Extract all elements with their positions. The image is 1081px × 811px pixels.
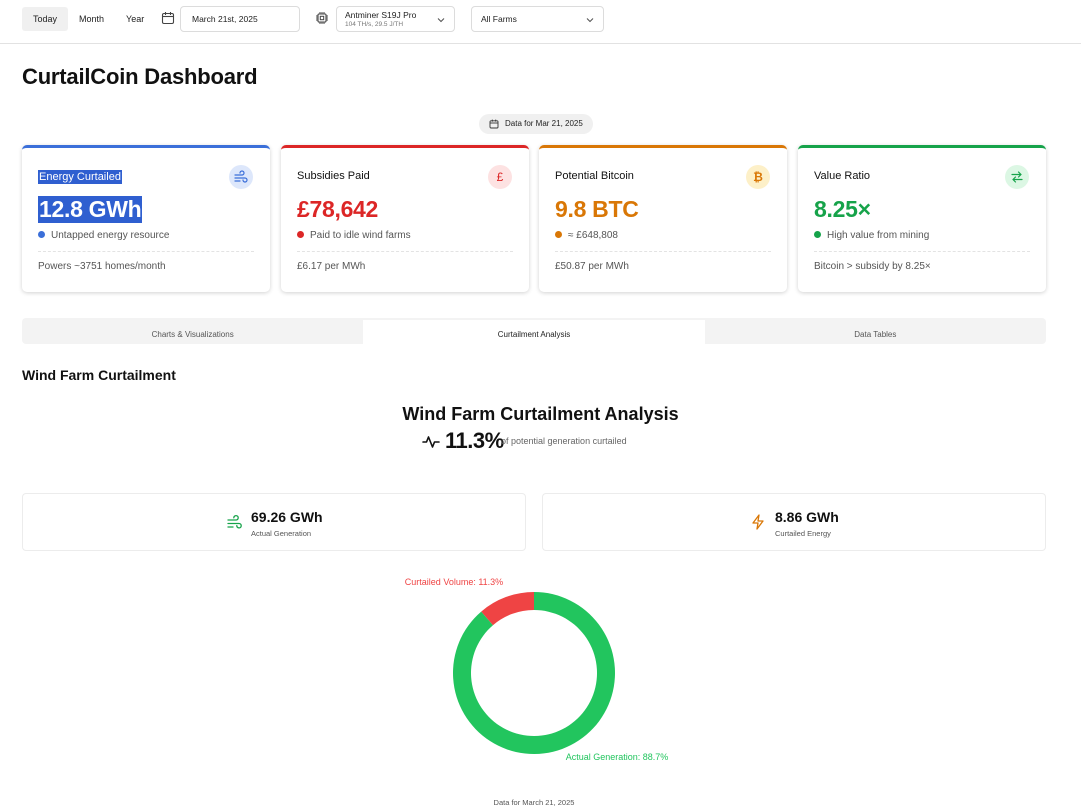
chevron-down-icon (586, 18, 594, 23)
metric-value: 8.86 GWh (775, 509, 839, 525)
card-divider (297, 251, 513, 252)
card-footer: £50.87 per MWh (555, 261, 629, 272)
metric-label: Actual Generation (251, 529, 312, 538)
bitcoin-icon: ₿ (746, 165, 770, 189)
potential-bitcoin-card: Potential Bitcoin ₿ 9.8 BTC ≈ £648,808 £… (539, 145, 787, 292)
card-note-text: Untapped energy resource (51, 230, 170, 241)
card-value: 8.25× (814, 196, 871, 222)
tab-charts-visualizations[interactable]: Charts & Visualizations (22, 318, 363, 344)
top-toolbar: Today Month Year March 21st, 2025 Antmin… (0, 0, 1081, 44)
card-value: £78,642 (297, 196, 379, 222)
card-note: Paid to idle wind farms (297, 230, 411, 241)
data-date-text: Data for Mar 21, 2025 (505, 119, 583, 128)
actual-generation-metric: 69.26 GWh Actual Generation (22, 493, 526, 551)
card-value: 9.8 BTC (555, 196, 639, 222)
period-today-button[interactable]: Today (22, 7, 69, 31)
card-footer: £6.17 per MWh (297, 261, 366, 272)
wind-icon (227, 514, 242, 529)
card-note-text: High value from mining (827, 230, 930, 241)
tab-curtailment-analysis[interactable]: Curtailment Analysis (363, 320, 705, 350)
metric-value: 69.26 GWh (251, 509, 323, 525)
subsidies-paid-card: Subsidies Paid £ £78,642 Paid to idle wi… (281, 145, 529, 292)
lightning-icon (752, 514, 764, 530)
card-note: ≈ £648,808 (555, 230, 618, 241)
card-label: Subsidies Paid (297, 170, 370, 182)
page-title: CurtailCoin Dashboard (22, 64, 258, 89)
card-footer: Powers ~3751 homes/month (38, 261, 166, 272)
miner-model-select[interactable]: Antminer S19J Pro 104 TH/s, 29.5 J/TH (336, 6, 455, 32)
view-tabs: Charts & Visualizations Curtailment Anal… (22, 318, 1046, 350)
card-note: High value from mining (814, 230, 929, 241)
cpu-chip-icon (316, 12, 328, 24)
card-divider (555, 251, 771, 252)
calendar-icon (489, 119, 499, 129)
card-value: 12.8 GWh (38, 196, 143, 223)
card-note: Untapped energy resource (38, 230, 169, 241)
status-dot (555, 231, 562, 238)
data-date-badge: Data for Mar 21, 2025 (479, 114, 593, 134)
tab-data-tables[interactable]: Data Tables (705, 318, 1046, 344)
card-divider (814, 251, 1030, 252)
card-note-text: ≈ £648,808 (568, 230, 618, 241)
curtailment-donut-chart: Curtailed Volume: 11.3% Actual Generation… (0, 560, 1081, 800)
donut-label-curtailed-volume: Curtailed Volume: 11.3% (405, 577, 503, 587)
donut-label-actual-generation: Actual Generation: 88.7% (566, 752, 669, 762)
calendar-icon[interactable] (161, 11, 175, 25)
value-ratio-card: Value Ratio 8.25× High value from mining… (798, 145, 1046, 292)
curtailed-energy-metric: 8.86 GWh Curtailed Energy (542, 493, 1046, 551)
donut-chart-svg: Curtailed Volume: 11.3% Actual Generation… (405, 577, 669, 762)
card-note-text: Paid to idle wind farms (310, 230, 411, 241)
status-dot (38, 231, 45, 238)
farm-filter-select[interactable]: All Farms (471, 6, 604, 32)
chevron-down-icon (437, 18, 445, 23)
period-month-button[interactable]: Month (68, 7, 115, 31)
card-divider (38, 251, 254, 252)
curtailment-percent-text: of potential generation curtailed (501, 436, 627, 446)
section-title: Wind Farm Curtailment (22, 367, 176, 383)
activity-pulse-icon (422, 436, 440, 448)
metric-label: Curtailed Energy (775, 529, 831, 538)
card-footer: Bitcoin > subsidy by 8.25× (814, 261, 931, 272)
curtailment-percent: 11.3% (445, 428, 504, 453)
wind-icon (229, 165, 253, 189)
arrows-exchange-icon (1005, 165, 1029, 189)
farm-filter-value: All Farms (481, 14, 517, 24)
status-dot (297, 231, 304, 238)
analysis-title: Wind Farm Curtailment Analysis (402, 404, 679, 424)
card-label: Energy Curtailed (38, 170, 122, 184)
status-dot (814, 231, 821, 238)
date-picker-input[interactable]: March 21st, 2025 (180, 6, 300, 32)
period-year-button[interactable]: Year (115, 7, 155, 31)
card-label: Value Ratio (814, 170, 871, 182)
pound-icon: £ (488, 165, 512, 189)
donut-slice-actual-generation[interactable] (453, 592, 615, 754)
period-selector: Today Month Year (22, 7, 155, 31)
energy-curtailed-card: Energy Curtailed 12.8 GWh Untapped energ… (22, 145, 270, 292)
chart-caption: Data for March 21, 2025 (493, 798, 575, 807)
card-label: Potential Bitcoin (555, 170, 634, 182)
donut-slice-curtailed-volume[interactable] (481, 592, 534, 626)
